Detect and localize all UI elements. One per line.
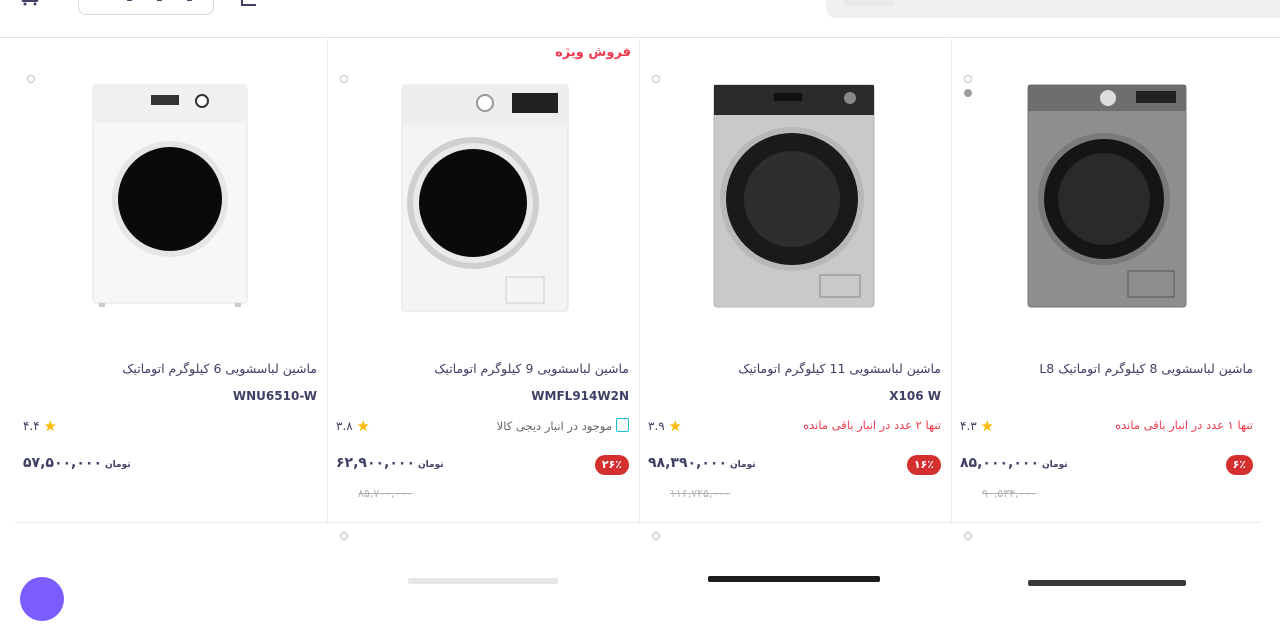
star-icon: ★ — [356, 417, 370, 435]
price-value: ۵۷,۵۰۰,۰۰۰ — [23, 455, 102, 471]
product-title[interactable]: ماشین لباسشویی 9 کیلوگرم اتوماتیک — [344, 361, 629, 376]
product-card[interactable]: ماشین لباسشویی 6 کیلوگرم اتوماتیک WNU651… — [15, 37, 327, 523]
product-rating: ★ ۳.۹ — [648, 417, 682, 435]
color-swatch[interactable] — [27, 75, 35, 83]
product-rating: ★ ۳.۸ — [336, 417, 370, 435]
product-image — [1027, 84, 1187, 308]
product-image — [713, 84, 875, 308]
color-swatch[interactable] — [964, 75, 972, 83]
product-image — [92, 84, 248, 307]
site-header: • ▪ ▪ ▪ — [0, 0, 1280, 38]
product-title[interactable]: ماشین لباسشویی 8 کیلوگرم اتوماتیک L8 — [968, 361, 1253, 376]
search-input[interactable] — [826, 0, 1280, 18]
stock-status: موجود در انبار دیجی کالا — [497, 418, 629, 433]
product-grid: ماشین لباسشویی 6 کیلوگرم اتوماتیک WNU651… — [15, 37, 1261, 637]
product-model: WNU6510-W — [232, 389, 317, 403]
product-price: ۶۲,۹۰۰,۰۰۰ تومان — [336, 455, 444, 471]
discount-badge: ۲۶٪ — [594, 455, 629, 475]
rating-value: ۳.۸ — [336, 419, 353, 433]
currency-unit: تومان — [418, 460, 444, 470]
product-image-peek — [708, 576, 880, 582]
rating-value: ۳.۹ — [648, 419, 665, 433]
color-swatch[interactable] — [652, 75, 660, 83]
search-placeholder-area — [844, 0, 894, 6]
cart-icon[interactable] — [18, 0, 44, 6]
rating-value: ۴.۳ — [960, 419, 977, 433]
old-price: ۸۵,۷۰۰,۰۰۰ — [358, 487, 413, 500]
product-price: ۵۷,۵۰۰,۰۰۰ تومان — [23, 455, 131, 471]
color-swatch[interactable] — [340, 532, 348, 540]
login-button[interactable]: • ▪ ▪ ▪ — [78, 0, 214, 15]
star-icon: ★ — [43, 417, 57, 435]
product-title[interactable]: ماشین لباسشویی 6 کیلوگرم اتوماتیک — [32, 361, 317, 376]
currency-unit: تومان — [730, 460, 756, 470]
product-model: X106 W — [889, 389, 941, 403]
color-swatch-selected[interactable] — [964, 89, 972, 97]
login-pill-glyphs: • ▪ ▪ ▪ — [97, 0, 203, 4]
old-price: ۹۰,۵۳۴,۰۰۰ — [982, 487, 1037, 500]
discount-badge: ۶٪ — [1225, 455, 1253, 475]
price-value: ۹۸,۳۹۰,۰۰۰ — [648, 455, 727, 471]
star-icon: ★ — [980, 417, 994, 435]
price-value: ۶۲,۹۰۰,۰۰۰ — [336, 455, 415, 471]
color-options — [340, 75, 350, 89]
color-swatch[interactable] — [964, 532, 972, 540]
product-price: ۸۵,۰۰۰,۰۰۰ تومان — [960, 455, 1068, 471]
product-price: ۹۸,۳۹۰,۰۰۰ تومان — [648, 455, 756, 471]
product-card[interactable]: فروش ویژه ماشین لباسشویی 9 کیلوگرم اتوما… — [327, 37, 639, 523]
color-options — [652, 75, 662, 89]
product-rating: ★ ۴.۳ — [960, 417, 994, 435]
currency-unit: تومان — [1042, 460, 1068, 470]
color-options — [964, 75, 974, 103]
product-card[interactable]: ماشین لباسشویی 8 کیلوگرم اتوماتیک L8 تنه… — [951, 37, 1263, 523]
location-icon[interactable] — [240, 0, 258, 6]
rating-value: ۴.۴ — [23, 419, 40, 433]
store-icon — [616, 418, 629, 432]
star-icon: ★ — [668, 417, 682, 435]
color-swatch[interactable] — [652, 532, 660, 540]
stock-text: موجود در انبار دیجی کالا — [496, 419, 612, 433]
color-options — [27, 75, 37, 89]
product-title[interactable]: ماشین لباسشویی 11 کیلوگرم اتوماتیک — [656, 361, 941, 376]
stock-status: تنها ۲ عدد در انبار باقی مانده — [803, 418, 941, 432]
row-divider — [15, 522, 1261, 523]
price-value: ۸۵,۰۰۰,۰۰۰ — [960, 455, 1039, 471]
stock-status: تنها ۱ عدد در انبار باقی مانده — [1115, 418, 1253, 432]
old-price: ۱۱۶,۷۲۵,۰۰۰ — [670, 487, 731, 500]
color-swatch[interactable] — [340, 75, 348, 83]
product-card[interactable]: ماشین لباسشویی 11 کیلوگرم اتوماتیک X106 … — [639, 37, 951, 523]
product-image-peek — [1028, 580, 1186, 586]
product-image-peek — [408, 578, 558, 584]
currency-unit: تومان — [105, 460, 131, 470]
product-rating: ★ ۴.۴ — [23, 417, 57, 435]
product-model: WMFL914W2N — [531, 389, 629, 403]
product-image — [401, 84, 569, 312]
special-sale-label: فروش ویژه — [555, 45, 631, 60]
discount-badge: ۱۶٪ — [906, 455, 941, 475]
